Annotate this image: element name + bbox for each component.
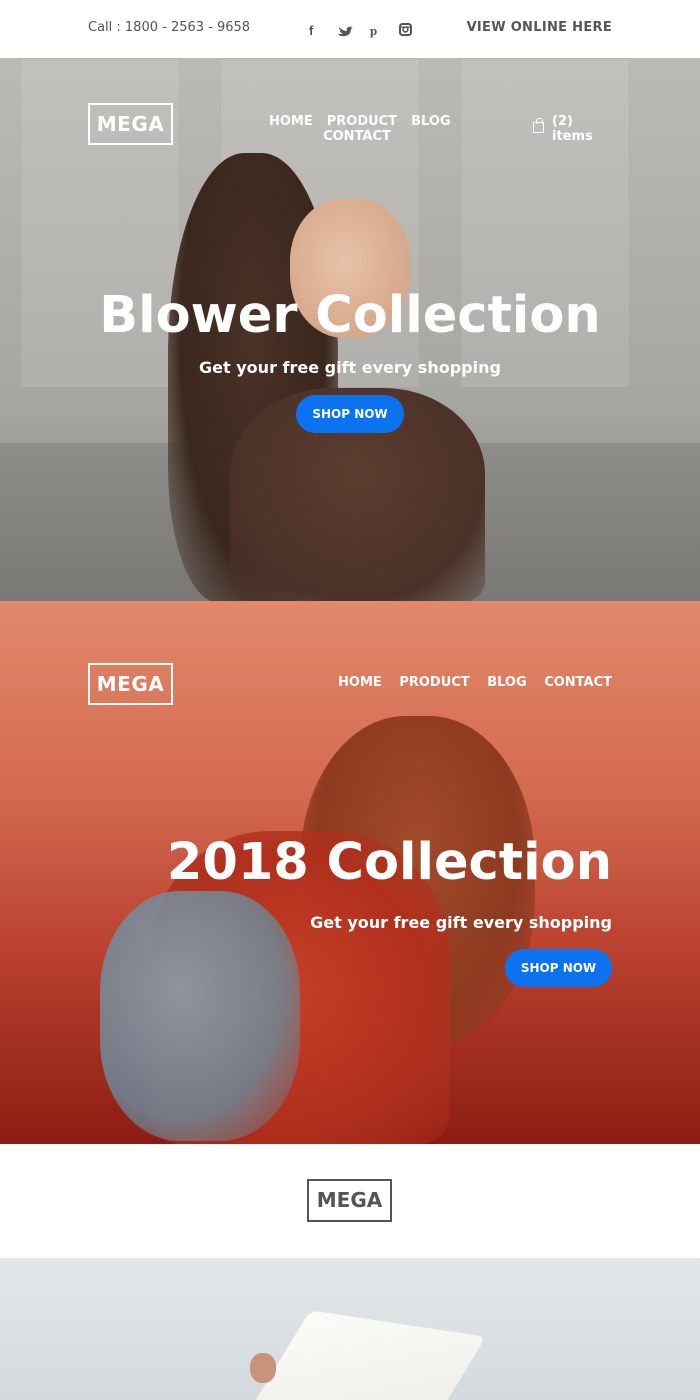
brand-logo[interactable]: MEGA [307,1179,392,1222]
hero-banner-3 [0,1258,700,1400]
hero2-model-image [100,891,300,1141]
svg-text:p: p [370,23,377,38]
nav-product[interactable]: PRODUCT [327,114,397,129]
cart-count: (2) items [552,114,593,144]
nav-blog[interactable]: BLOG [487,675,526,690]
hero1-headline: Blower Collection [99,286,601,345]
svg-text:f: f [309,23,314,38]
hero3-image [250,1353,276,1383]
brand-logo[interactable]: MEGA [88,103,173,145]
social-icons: f p [304,22,428,38]
facebook-icon[interactable]: f [304,22,335,38]
hero3-image [244,1310,486,1400]
main-menu: HOME PRODUCT BLOG CONTACT [262,114,452,144]
nav-home[interactable]: HOME [338,675,382,690]
instagram-icon[interactable] [397,22,428,38]
hero1-subheadline: Get your free gift every shopping [199,358,501,377]
shop-now-button[interactable]: SHOP NOW [505,949,612,987]
phone-number: Call : 1800 - 2563 - 9658 [88,20,251,35]
nav-blog[interactable]: BLOG [411,114,450,129]
hero2-headline: 2018 Collection [166,833,612,892]
pinterest-icon[interactable]: p [366,22,397,38]
shop-now-button[interactable]: SHOP NOW [296,395,404,433]
hero-banner-1: MEGA HOME PRODUCT BLOG CONTACT (2) items B… [0,58,700,601]
hero-banner-2: MEGA HOME PRODUCT BLOG CONTACT 2018 Coll… [0,601,700,1144]
view-online-link[interactable]: VIEW ONLINE HERE [467,20,612,35]
twitter-icon[interactable] [335,22,366,38]
nav-contact[interactable]: CONTACT [544,675,612,690]
shopping-bag-icon [533,118,544,133]
brand-logo[interactable]: MEGA [88,663,173,705]
nav-contact[interactable]: CONTACT [323,129,391,144]
main-menu: HOME PRODUCT BLOG CONTACT [325,675,612,690]
hero2-subheadline: Get your free gift every shopping [310,913,612,932]
top-bar: Call : 1800 - 2563 - 9658 f p VIEW ONLIN… [0,0,700,58]
nav-home[interactable]: HOME [269,114,313,129]
logo-strip: MEGA [0,1144,700,1258]
nav-product[interactable]: PRODUCT [399,675,469,690]
